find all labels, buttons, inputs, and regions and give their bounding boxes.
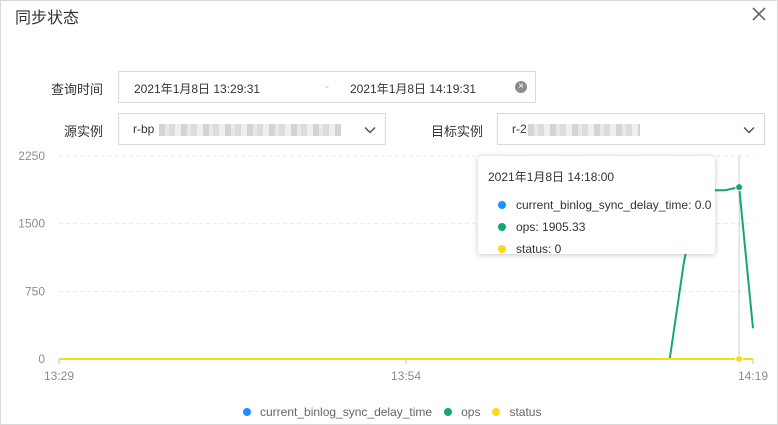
y-tick-label: 1500 bbox=[18, 217, 45, 231]
chevron-down-icon bbox=[364, 126, 376, 134]
legend-label: current_binlog_sync_delay_time bbox=[260, 405, 433, 419]
tooltip-item-text: ops: 1905.33 bbox=[516, 220, 586, 234]
target-instance-value: r-2 bbox=[512, 122, 527, 136]
sync-status-dialog: 同步状态 查询时间 2021年1月8日 13:29:31 - 2021年1月8日… bbox=[0, 0, 778, 425]
hover-point-status bbox=[735, 355, 744, 363]
legend-dot-icon bbox=[444, 408, 453, 416]
legend-dot-icon bbox=[492, 408, 501, 416]
hover-point-ops bbox=[735, 183, 744, 192]
chart-tooltip: 2021年1月8日 14:18:00 current_binlog_sync_d… bbox=[478, 156, 715, 256]
legend-label: ops bbox=[461, 405, 481, 419]
x-tick-label: 13:29 bbox=[44, 369, 74, 383]
end-date-input[interactable]: 2021年1月8日 14:19:31 bbox=[350, 80, 476, 97]
close-icon[interactable] bbox=[749, 4, 769, 24]
tooltip-item-text: status: 0 bbox=[516, 242, 562, 256]
tooltip-item-status: status: 0 bbox=[488, 238, 705, 260]
series-dot-icon bbox=[498, 201, 506, 209]
y-tick-label: 2250 bbox=[18, 149, 45, 163]
dialog-title: 同步状态 bbox=[15, 10, 80, 27]
series-dot-icon bbox=[498, 223, 506, 231]
date-range-picker[interactable]: 2021年1月8日 13:29:31 - 2021年1月8日 14:19:31 … bbox=[118, 71, 536, 103]
redacted-mask bbox=[159, 124, 341, 136]
legend-item-status[interactable]: status bbox=[492, 405, 541, 419]
x-tick-label: 13:54 bbox=[391, 369, 421, 383]
date-separator: - bbox=[325, 79, 329, 93]
query-time-label: 查询时间 bbox=[51, 82, 104, 97]
clear-icon[interactable]: × bbox=[515, 81, 527, 93]
x-tick-label: 14:19 bbox=[738, 369, 768, 383]
redacted-mask bbox=[528, 124, 640, 136]
y-tick-label: 750 bbox=[25, 284, 45, 298]
tooltip-item-delay: current_binlog_sync_delay_time: 0.0 bbox=[488, 194, 711, 216]
tooltip-item-ops: ops: 1905.33 bbox=[488, 216, 705, 238]
chart-legend: current_binlog_sync_delay_time ops statu… bbox=[243, 404, 553, 420]
legend-dot-icon bbox=[243, 408, 251, 416]
legend-item-ops[interactable]: ops bbox=[444, 405, 480, 419]
chevron-down-icon bbox=[743, 126, 755, 134]
legend-item-delay[interactable]: current_binlog_sync_delay_time bbox=[243, 405, 432, 419]
source-instance-label: 源实例 bbox=[64, 124, 104, 139]
tooltip-time: 2021年1月8日 14:18:00 bbox=[488, 170, 615, 184]
tooltip-item-text: current_binlog_sync_delay_time: 0.0 bbox=[516, 198, 712, 212]
legend-label: status bbox=[509, 405, 542, 419]
target-instance-label: 目标实例 bbox=[431, 124, 484, 139]
y-tick-label: 0 bbox=[38, 352, 45, 366]
start-date-input[interactable]: 2021年1月8日 13:29:31 bbox=[134, 80, 260, 97]
source-instance-value: r-bp bbox=[133, 122, 155, 136]
series-dot-icon bbox=[498, 245, 506, 253]
